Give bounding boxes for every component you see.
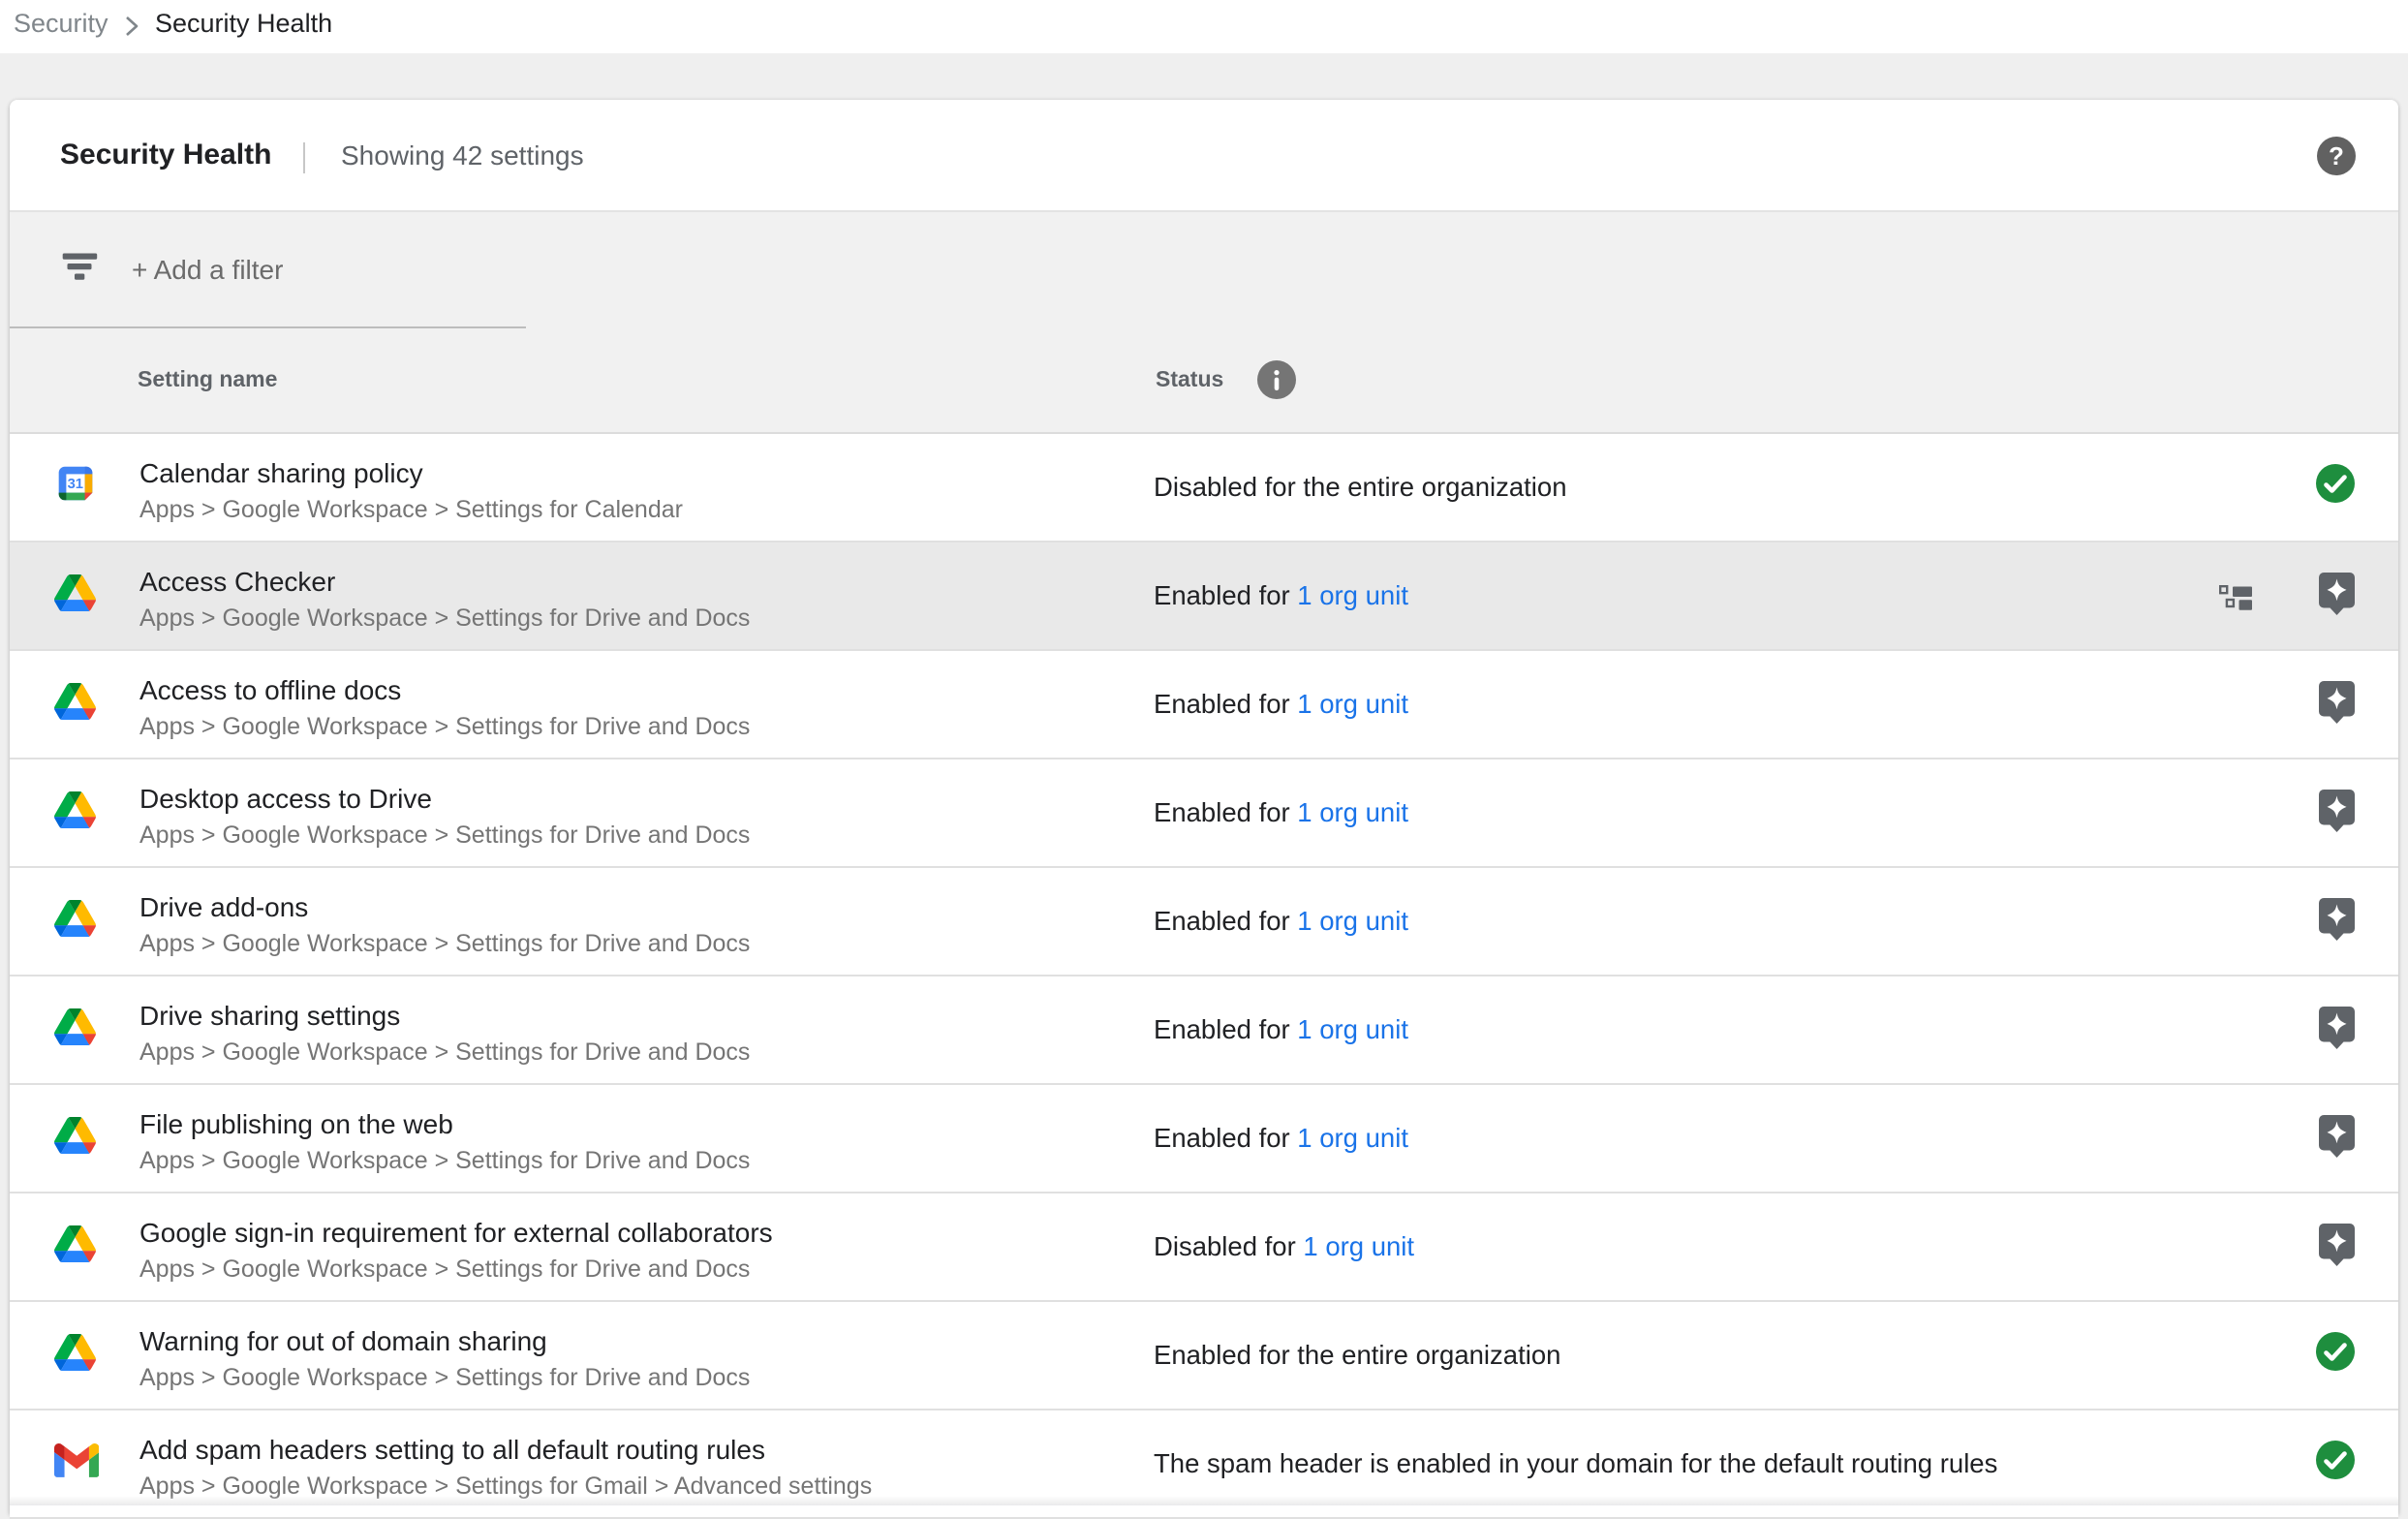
svg-text:31: 31 xyxy=(68,477,83,492)
